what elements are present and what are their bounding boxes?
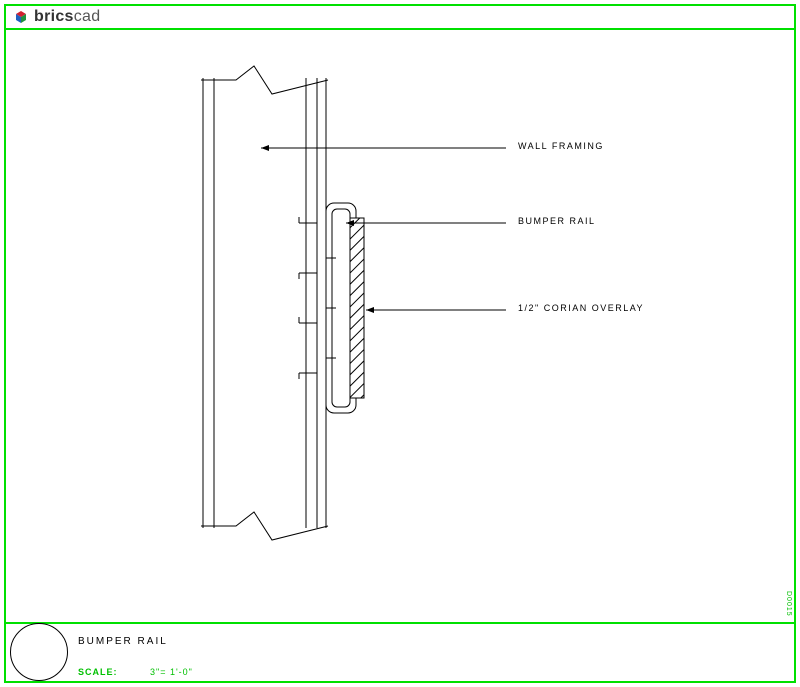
corian-overlay <box>350 218 364 398</box>
break-symbol-bottom <box>201 512 328 540</box>
drawing-svg <box>6 28 794 622</box>
scale-label: SCALE: <box>78 667 118 677</box>
wall-framing <box>203 78 326 528</box>
drawing-canvas[interactable]: WALL FRAMING BUMPER RAIL 1/2" CORIAN OVE… <box>6 28 794 623</box>
label-wall-framing: WALL FRAMING <box>518 141 604 151</box>
brand-text: bricscad <box>34 8 100 26</box>
detail-callout-circle <box>10 623 68 681</box>
label-bumper-rail: BUMPER RAIL <box>518 216 596 226</box>
brand-part2: cad <box>74 8 101 25</box>
app-header: bricscad <box>14 8 100 26</box>
label-corian-overlay: 1/2" CORIAN OVERLAY <box>518 303 644 313</box>
detail-title: BUMPER RAIL <box>78 636 168 647</box>
brand-part1: brics <box>34 8 74 25</box>
app-frame: bricscad <box>0 0 800 687</box>
side-id-text: D0015 <box>785 591 792 617</box>
break-symbol-top <box>201 66 328 94</box>
scale-value: 3"= 1'-0" <box>150 667 193 677</box>
leaders <box>261 148 506 310</box>
bumper-rail-assembly <box>299 203 356 413</box>
bricscad-logo-icon <box>14 10 28 24</box>
